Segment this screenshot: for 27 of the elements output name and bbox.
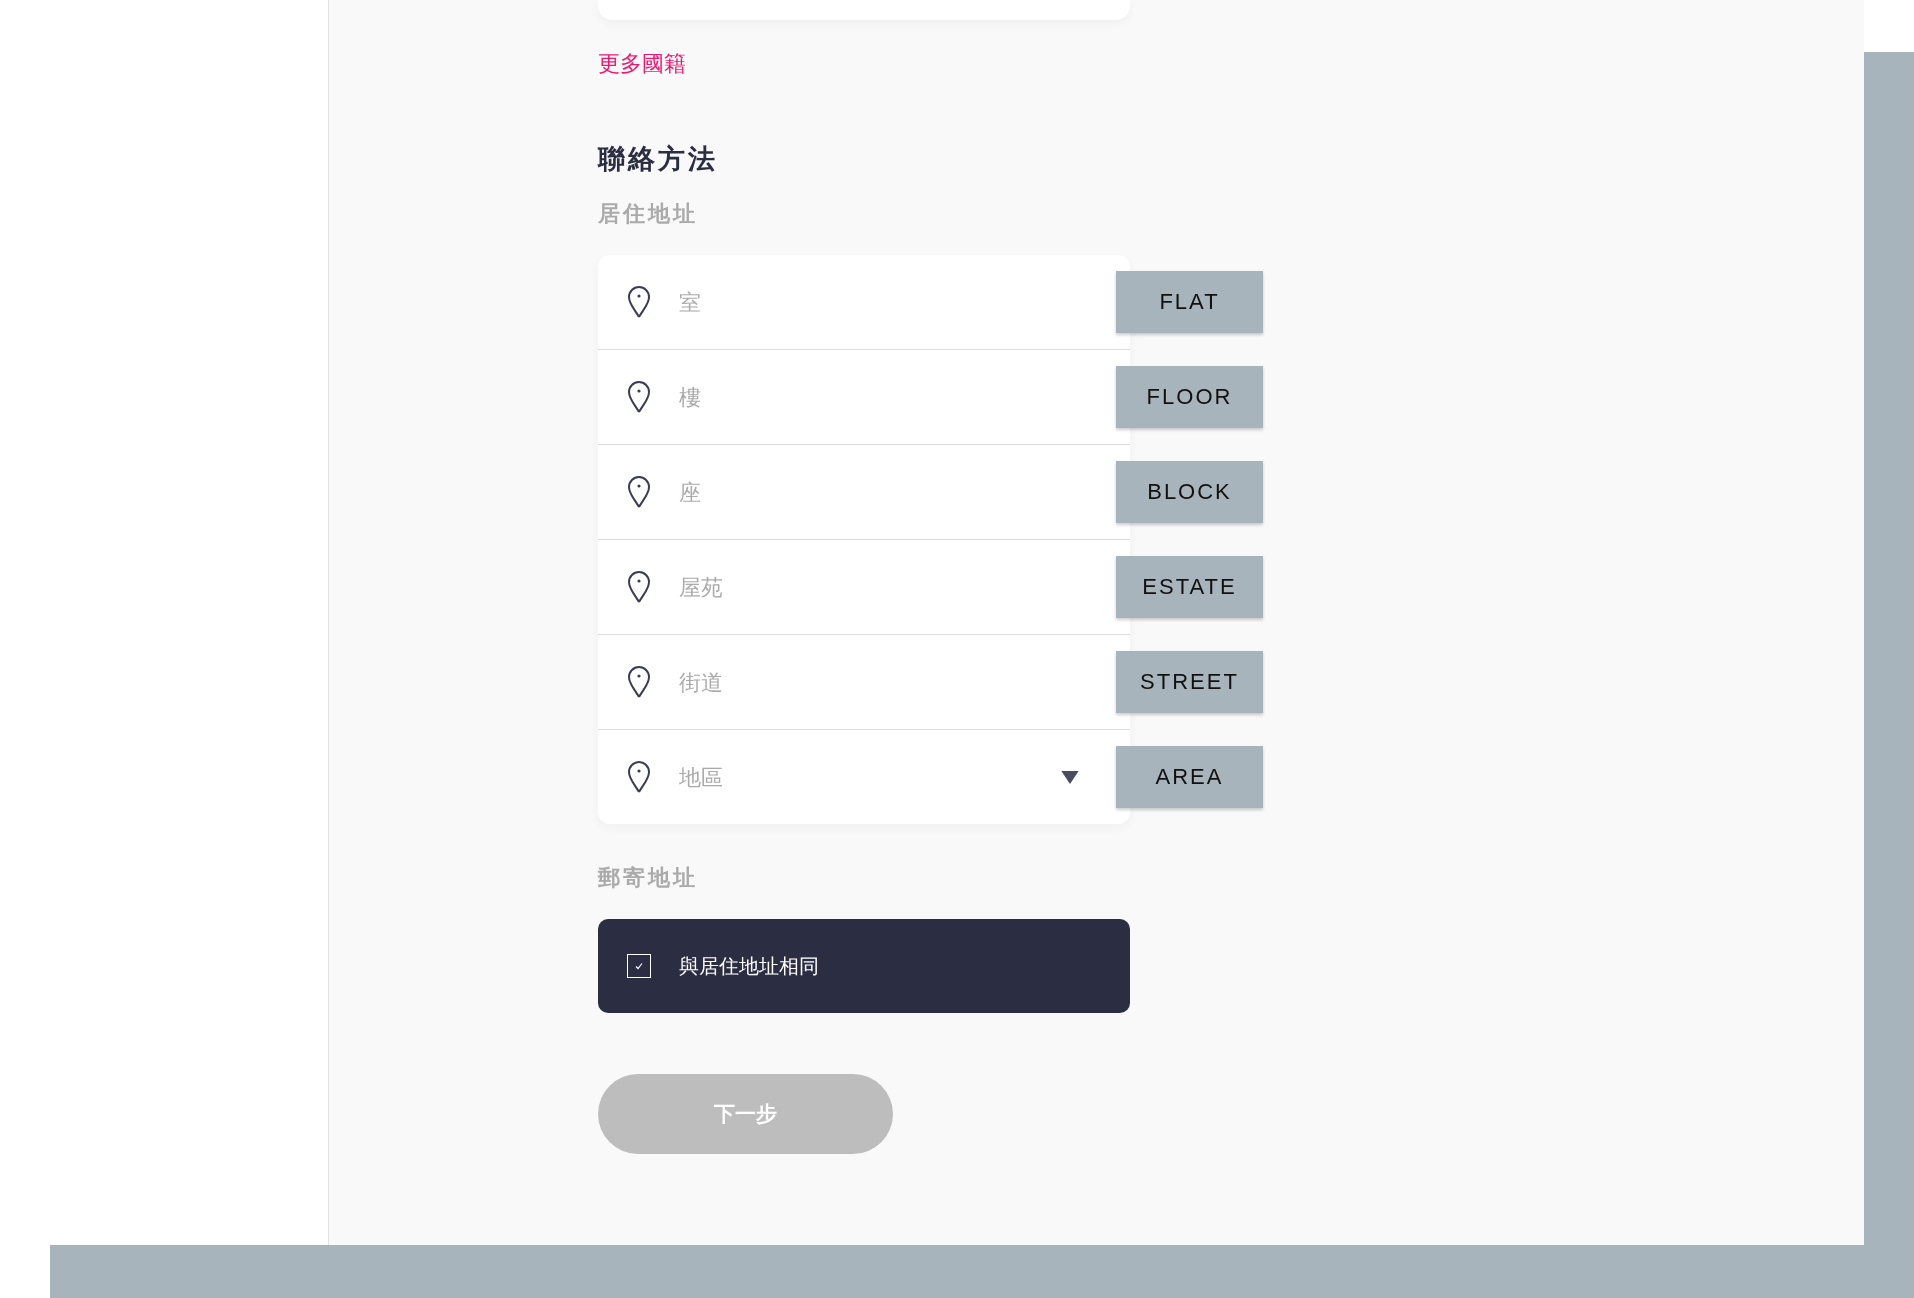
address-input-field[interactable]: 街道 [679, 669, 1059, 695]
field-tag-button[interactable]: FLOOR [1116, 366, 1263, 428]
field-tag-button[interactable]: STREET [1116, 651, 1263, 713]
location-pin-icon [627, 760, 651, 794]
section-title: 聯絡方法 [598, 142, 718, 176]
address-input-field[interactable]: 屋苑 [679, 574, 1059, 600]
field-tag-button[interactable]: ESTATE [1116, 556, 1263, 618]
postal-address-label: 郵寄地址 [598, 864, 698, 892]
address-input-field[interactable]: 室 [679, 289, 1059, 315]
location-pin-icon [627, 380, 651, 414]
caret-icon [1061, 770, 1079, 784]
checkmark-icon [633, 960, 645, 972]
field-tag-button[interactable]: FLAT [1116, 271, 1263, 333]
location-pin-icon [627, 570, 651, 604]
same-address-option[interactable]: 與居住地址相同 [598, 919, 1130, 1013]
address-input-field[interactable]: 樓 [679, 384, 1059, 410]
area-dropdown[interactable]: 地區 [679, 764, 1059, 790]
location-pin-icon [627, 285, 651, 319]
location-pin-icon [627, 475, 651, 509]
residential-address-label: 居住地址 [598, 200, 698, 228]
checkbox[interactable] [627, 954, 651, 978]
location-pin-icon [627, 665, 651, 699]
address-input-field[interactable]: 座 [679, 479, 1059, 505]
field-tag-button[interactable]: BLOCK [1116, 461, 1263, 523]
same-address-label: 與居住地址相同 [679, 952, 819, 980]
field-tag-button[interactable]: AREA [1116, 746, 1263, 808]
more-nationalities-link[interactable]: 更多國籍 [598, 50, 686, 78]
